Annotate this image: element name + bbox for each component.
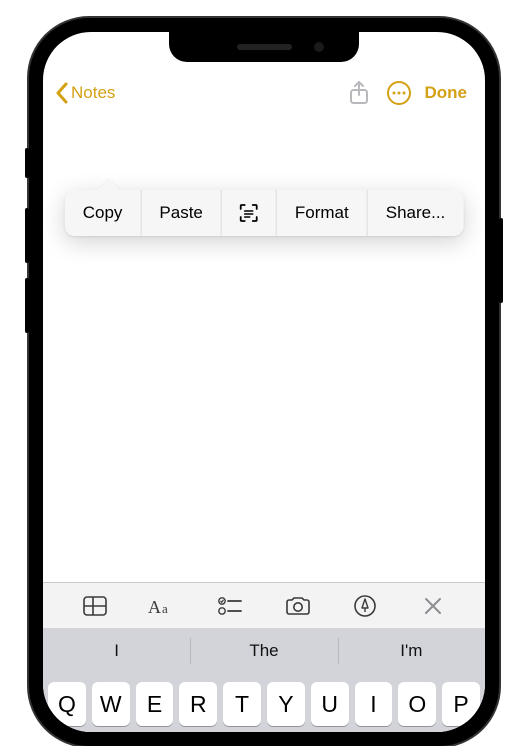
chevron-left-icon — [55, 82, 69, 104]
notch — [169, 32, 359, 62]
keyboard-row: Q W E R T Y U I O P — [43, 674, 485, 732]
speaker — [237, 44, 292, 50]
markup-button[interactable] — [343, 594, 387, 618]
camera-icon — [284, 595, 312, 617]
key-i[interactable]: I — [355, 682, 393, 726]
scan-text-icon — [238, 202, 260, 224]
svg-text:a: a — [162, 601, 168, 616]
suggestion-1[interactable]: The — [190, 628, 337, 674]
key-w[interactable]: W — [92, 682, 130, 726]
ellipsis-circle-icon — [386, 80, 412, 106]
key-e[interactable]: E — [136, 682, 174, 726]
screen: Notes Done Copy — [43, 32, 485, 732]
volume-down-button — [25, 278, 29, 333]
key-r[interactable]: R — [179, 682, 217, 726]
key-o[interactable]: O — [398, 682, 436, 726]
table-icon — [82, 595, 108, 617]
context-menu: Copy Paste Format Share... — [65, 190, 464, 236]
back-label: Notes — [71, 83, 115, 103]
suggestion-0[interactable]: I — [43, 628, 190, 674]
close-icon — [423, 596, 443, 616]
keyboard-toolbar: A a — [43, 582, 485, 628]
key-u[interactable]: U — [311, 682, 349, 726]
phone-frame: Notes Done Copy — [29, 18, 499, 746]
key-y[interactable]: Y — [267, 682, 305, 726]
svg-text:A: A — [148, 597, 161, 617]
share-button[interactable] — [339, 80, 379, 106]
volume-up-button — [25, 208, 29, 263]
share-icon — [348, 80, 370, 106]
close-toolbar-button[interactable] — [411, 596, 455, 616]
context-paste[interactable]: Paste — [141, 190, 221, 236]
power-button — [499, 218, 503, 303]
suggestions-bar: I The I'm — [43, 628, 485, 674]
text-format-icon: A a — [147, 595, 177, 617]
key-t[interactable]: T — [223, 682, 261, 726]
context-copy[interactable]: Copy — [65, 190, 142, 236]
camera-button[interactable] — [276, 595, 320, 617]
context-share[interactable]: Share... — [368, 190, 464, 236]
checklist-icon — [217, 595, 243, 617]
text-format-button[interactable]: A a — [140, 595, 184, 617]
checklist-button[interactable] — [208, 595, 252, 617]
context-scan-text[interactable] — [222, 190, 277, 236]
table-button[interactable] — [73, 595, 117, 617]
more-button[interactable] — [379, 80, 419, 106]
suggestion-2[interactable]: I'm — [338, 628, 485, 674]
back-button[interactable]: Notes — [55, 82, 115, 104]
key-p[interactable]: P — [442, 682, 480, 726]
markup-icon — [353, 594, 377, 618]
key-q[interactable]: Q — [48, 682, 86, 726]
context-format[interactable]: Format — [277, 190, 368, 236]
side-button — [25, 148, 29, 178]
done-button[interactable]: Done — [419, 83, 468, 103]
front-camera — [314, 42, 324, 52]
